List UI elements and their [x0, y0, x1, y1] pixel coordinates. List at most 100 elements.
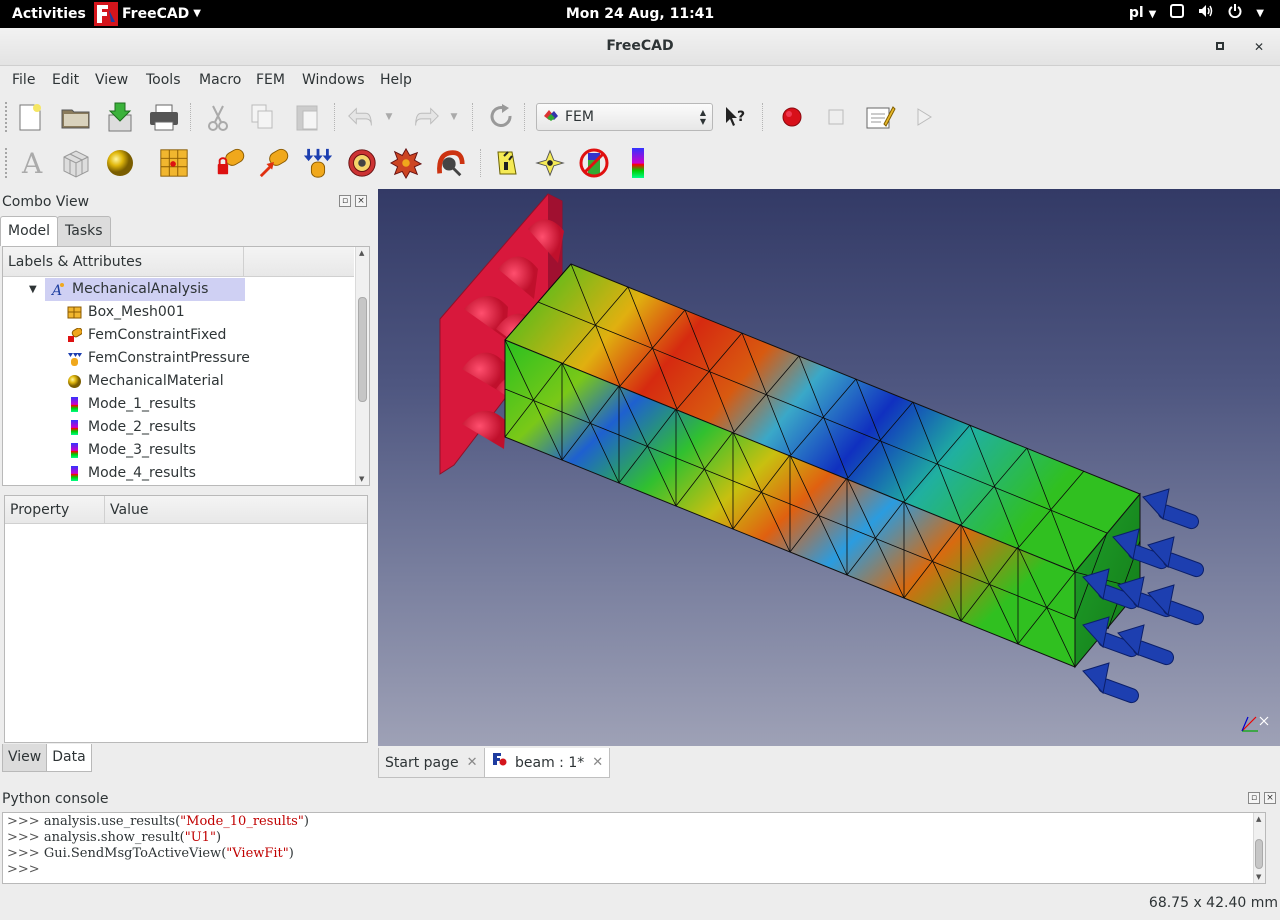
pulley-constraint-icon[interactable]: [434, 147, 466, 179]
menu-macro[interactable]: Macro: [199, 72, 241, 88]
purge-results-icon[interactable]: [578, 147, 610, 179]
workbench-selector[interactable]: FEM ▲ ▼: [536, 103, 713, 131]
system-tray[interactable]: pl ▼ ▼: [1129, 0, 1264, 28]
value-column-header[interactable]: Value: [105, 496, 367, 523]
window-title-bar[interactable]: FreeCAD ✕: [0, 28, 1280, 66]
run-calculix-icon[interactable]: [490, 147, 522, 179]
scroll-up-icon[interactable]: ▲: [1256, 815, 1261, 823]
stop-macro-icon[interactable]: [820, 101, 852, 133]
whats-this-icon[interactable]: ?: [720, 101, 752, 133]
redo-dropdown-icon[interactable]: ▼: [447, 101, 461, 133]
keyboard-layout[interactable]: pl ▼: [1129, 0, 1156, 29]
window-icon: [1170, 0, 1185, 28]
close-button[interactable]: ✕: [1250, 38, 1268, 56]
menu-bar: File Edit View Tools Macro FEM Windows H…: [0, 66, 1280, 94]
keyboard-layout-label: pl: [1128, 5, 1144, 21]
python-console[interactable]: >>> analysis.use_results("Mode_10_result…: [2, 812, 1266, 884]
property-column-header[interactable]: Property: [5, 496, 105, 523]
scroll-up-icon[interactable]: ▲: [359, 249, 364, 257]
tree-item-box-mesh[interactable]: Box_Mesh001: [67, 301, 185, 324]
new-analysis-icon[interactable]: A: [17, 147, 49, 179]
refresh-icon[interactable]: [485, 101, 517, 133]
tree-item-mode-3-results[interactable]: Mode_3_results: [67, 439, 196, 462]
open-folder-icon[interactable]: [60, 101, 92, 133]
undo-icon[interactable]: [345, 101, 377, 133]
tree-column-header[interactable]: Labels & Attributes: [3, 247, 244, 277]
menu-help[interactable]: Help: [380, 72, 412, 88]
tree-scrollbar[interactable]: ▲ ▼: [355, 247, 369, 485]
print-icon[interactable]: [148, 101, 180, 133]
property-editor[interactable]: Property Value: [4, 495, 368, 743]
undo-dropdown-icon[interactable]: ▼: [382, 101, 396, 133]
menu-edit[interactable]: Edit: [52, 72, 79, 88]
console-input-line[interactable]: >>>: [7, 862, 40, 878]
document-tab-bar: Start page ✕ beam : 1* ✕: [378, 746, 1280, 780]
redo-icon[interactable]: [410, 101, 442, 133]
close-dock-icon[interactable]: ×: [355, 195, 367, 207]
mesh-from-shape-icon[interactable]: [158, 147, 190, 179]
scroll-down-icon[interactable]: ▼: [359, 475, 364, 483]
paste-icon[interactable]: [291, 101, 323, 133]
tree-item-material[interactable]: MechanicalMaterial: [67, 370, 224, 393]
chevron-down-icon: ▼: [193, 8, 201, 19]
show-results-icon[interactable]: [534, 147, 566, 179]
save-icon[interactable]: [104, 101, 136, 133]
window-title: FreeCAD: [606, 38, 674, 54]
app-menu[interactable]: FreeCAD ▼: [94, 0, 201, 28]
edit-macro-icon[interactable]: [864, 101, 896, 133]
close-dock-icon[interactable]: ×: [1264, 792, 1276, 804]
tree-item-pressure-constraint[interactable]: FemConstraintPressure: [67, 347, 250, 370]
menu-fem[interactable]: FEM: [256, 72, 285, 88]
new-document-icon[interactable]: [14, 101, 46, 133]
tree-expander-icon[interactable]: ▼: [29, 278, 43, 301]
tree-item-label: Box_Mesh001: [88, 304, 185, 320]
tab-start-page[interactable]: Start page ✕: [378, 748, 485, 778]
force-constraint-icon[interactable]: [258, 147, 290, 179]
material-icon[interactable]: [104, 147, 136, 179]
create-mesh-icon[interactable]: [60, 147, 92, 179]
record-macro-icon[interactable]: [776, 101, 808, 133]
tree-item-mode-1-results[interactable]: Mode_1_results: [67, 393, 196, 416]
console-scrollbar[interactable]: ▲ ▼: [1253, 813, 1265, 883]
maximize-button[interactable]: [1211, 38, 1229, 56]
pressure-constraint-icon[interactable]: [302, 147, 334, 179]
cut-icon[interactable]: [202, 101, 234, 133]
run-macro-icon[interactable]: [908, 101, 940, 133]
bearing-constraint-icon[interactable]: [346, 147, 378, 179]
tree-item-label: FemConstraintFixed: [88, 327, 227, 343]
tab-data[interactable]: Data: [46, 744, 92, 772]
tab-beam[interactable]: beam : 1* ✕: [484, 748, 611, 778]
tab-tasks[interactable]: Tasks: [57, 216, 111, 246]
menu-view[interactable]: View: [95, 72, 128, 88]
close-tab-icon[interactable]: ✕: [592, 749, 603, 777]
menu-file[interactable]: File: [12, 72, 35, 88]
tree-item-mechanical-analysis[interactable]: A MechanicalAnalysis: [45, 278, 245, 301]
gear-constraint-icon[interactable]: [390, 147, 422, 180]
tab-view[interactable]: View: [2, 744, 48, 772]
toolbar-grip[interactable]: [4, 101, 8, 133]
scroll-down-icon[interactable]: ▼: [1256, 873, 1261, 881]
tree-item-mode-4-results[interactable]: Mode_4_results: [67, 462, 196, 485]
toolbar-grip[interactable]: [4, 147, 8, 179]
result-colormap-icon[interactable]: [622, 147, 654, 179]
tab-model[interactable]: Model: [0, 216, 59, 246]
3d-viewport[interactable]: [378, 189, 1280, 746]
fixed-constraint-icon[interactable]: [214, 147, 246, 179]
python-console-dock: Python console ▫ × >>> analysis.use_resu…: [0, 788, 1280, 886]
tree-scrollbar-thumb[interactable]: [358, 297, 367, 402]
tree-item-mode-2-results[interactable]: Mode_2_results: [67, 416, 196, 439]
close-tab-icon[interactable]: ✕: [467, 749, 478, 777]
clock-label[interactable]: Mon 24 Aug, 11:41: [566, 6, 714, 22]
model-tree[interactable]: Labels & Attributes ▼ A MechanicalAnalys…: [2, 246, 370, 486]
copy-icon[interactable]: [246, 101, 278, 133]
status-bar: 68.75 x 42.40 mm: [0, 888, 1280, 920]
tree-item-fixed-constraint[interactable]: FemConstraintFixed: [67, 324, 226, 347]
float-dock-icon[interactable]: ▫: [1248, 792, 1260, 804]
fem-workbench-icon: [543, 108, 559, 126]
menu-windows[interactable]: Windows: [302, 72, 365, 88]
console-scrollbar-thumb[interactable]: [1255, 839, 1263, 869]
activities-button[interactable]: Activities: [12, 0, 86, 28]
menu-tools[interactable]: Tools: [146, 72, 181, 88]
float-dock-icon[interactable]: ▫: [339, 195, 351, 207]
fem-beam-model[interactable]: [378, 189, 1280, 746]
